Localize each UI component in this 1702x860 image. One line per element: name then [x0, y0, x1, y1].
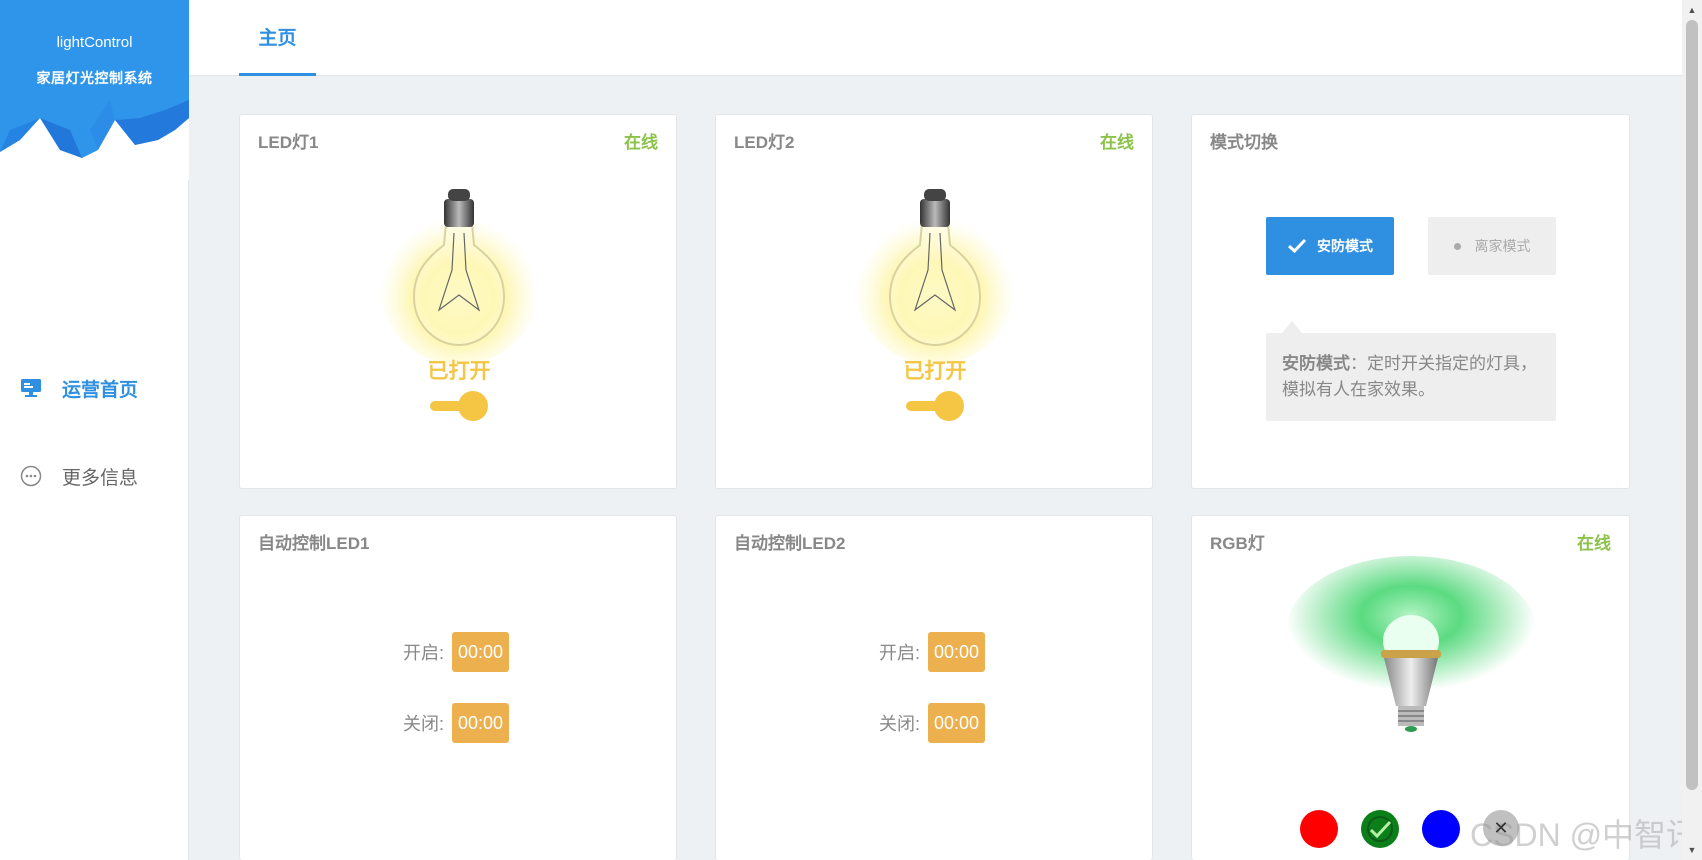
- online-status: 在线: [1577, 534, 1611, 553]
- switch-knob: [934, 391, 964, 421]
- light-bulb-icon[interactable]: [364, 175, 554, 365]
- top-bar: 主页: [189, 0, 1682, 76]
- sidebar: lightControl 家居灯光控制系统 运营首页 更多信息: [0, 0, 189, 860]
- app-subtitle: 家居灯光控制系统: [36, 70, 153, 86]
- switch-knob: [458, 391, 488, 421]
- nav-item-home[interactable]: 运营首页: [0, 364, 189, 412]
- tab-home[interactable]: 主页: [239, 0, 316, 76]
- light-bulb-icon[interactable]: [840, 175, 1030, 365]
- watermark-badge-icon: ✕: [1483, 810, 1519, 846]
- card-title: 模式切换: [1210, 133, 1278, 152]
- app-name: lightControl: [56, 34, 133, 51]
- vertical-scrollbar[interactable]: ▲ ▼: [1682, 0, 1702, 860]
- nav-label-home: 运营首页: [62, 379, 139, 401]
- nav-label-more-info: 更多信息: [62, 467, 139, 489]
- color-blue-button[interactable]: [1422, 810, 1460, 848]
- scroll-up-arrow-icon[interactable]: ▲: [1682, 2, 1702, 18]
- more-circle-icon: [20, 465, 42, 487]
- monitor-icon: [20, 377, 42, 399]
- away-mode-label: 离家模式: [1474, 238, 1531, 254]
- off-time-row: 关闭: 00:00: [403, 703, 510, 743]
- light-state-label: 已打开: [427, 360, 491, 383]
- rgb-bulb-icon: [1286, 556, 1536, 732]
- off-time-value[interactable]: 00:00: [928, 703, 986, 743]
- on-time-label: 开启:: [879, 643, 921, 663]
- off-time-value[interactable]: 00:00: [452, 703, 510, 743]
- check-icon: [1287, 238, 1307, 254]
- color-green-button[interactable]: [1361, 810, 1399, 848]
- off-time-label: 关闭:: [403, 714, 445, 734]
- off-time-label: 关闭:: [879, 714, 921, 734]
- on-time-value[interactable]: 00:00: [452, 632, 510, 672]
- on-time-value[interactable]: 00:00: [928, 632, 986, 672]
- brand-header: lightControl 家居灯光控制系统: [0, 0, 189, 180]
- scroll-down-arrow-icon[interactable]: ▼: [1682, 842, 1702, 858]
- on-time-label: 开启:: [403, 643, 445, 663]
- led1-toggle-switch[interactable]: [430, 389, 492, 423]
- dot-icon: [1453, 242, 1461, 250]
- security-mode-label: 安防模式: [1317, 238, 1373, 254]
- off-time-row: 关闭: 00:00: [879, 703, 986, 743]
- check-icon: [1367, 816, 1393, 842]
- away-mode-button[interactable]: 离家模式: [1428, 217, 1556, 275]
- nav-item-more-info[interactable]: 更多信息: [0, 452, 189, 500]
- online-status: 在线: [624, 133, 658, 152]
- card-title: RGB灯: [1210, 534, 1265, 553]
- card-title: LED灯2: [734, 133, 795, 152]
- light-state-label: 已打开: [903, 360, 967, 383]
- card-title: 自动控制LED1: [258, 534, 370, 553]
- security-mode-button[interactable]: 安防模式: [1266, 217, 1394, 275]
- online-status: 在线: [1100, 133, 1134, 152]
- card-title: 自动控制LED2: [734, 534, 846, 553]
- led2-card: LED灯2 在线 已打开: [715, 114, 1153, 489]
- auto-control-led1-card: 自动控制LED1 开启: 00:00 关闭: 00:00: [239, 515, 677, 860]
- led1-card: LED灯1 在线 已打开: [239, 114, 677, 489]
- auto-control-led2-card: 自动控制LED2 开启: 00:00 关闭: 00:00: [715, 515, 1153, 860]
- mode-description-title: 安防模式: [1282, 354, 1350, 373]
- on-time-row: 开启: 00:00: [403, 632, 510, 672]
- rgb-light-card: RGB灯 在线: [1191, 515, 1630, 860]
- led2-toggle-switch[interactable]: [906, 389, 968, 423]
- scroll-thumb[interactable]: [1686, 20, 1698, 790]
- card-title: LED灯1: [258, 133, 319, 152]
- color-red-button[interactable]: [1300, 810, 1338, 848]
- brand-mountain-graphic: [0, 100, 189, 180]
- mode-description: 安防模式：定时开关指定的灯具，模拟有人在家效果。: [1266, 321, 1556, 421]
- on-time-row: 开启: 00:00: [879, 632, 986, 672]
- mode-switch-card: 模式切换 安防模式 离家模式 安防模式：定时开关指定的灯具，模拟有人在家效果。: [1191, 114, 1630, 489]
